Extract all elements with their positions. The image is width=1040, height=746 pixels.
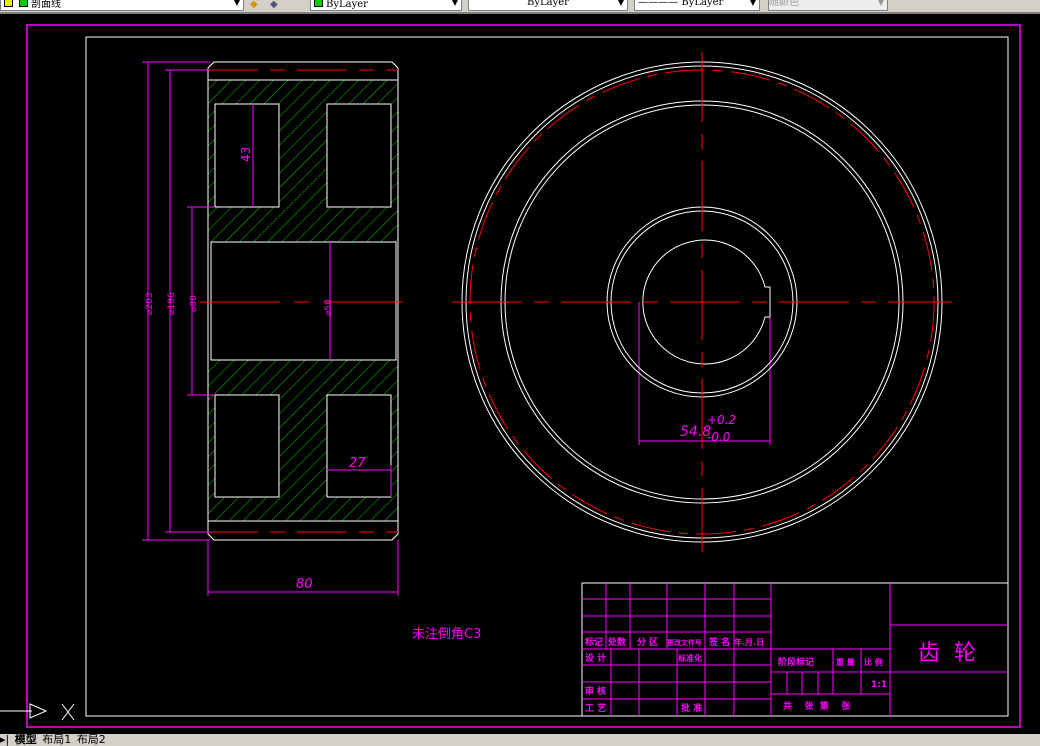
dim-outer-diameter: ⌀203: [145, 292, 155, 315]
tb-design: 设 计: [585, 652, 606, 664]
tb-mark: 标记: [584, 636, 603, 648]
tab-nav-icon[interactable]: ▸|: [0, 733, 9, 746]
dim-tol-upper: +0.2: [707, 413, 736, 427]
tab-layout2[interactable]: 布局2: [77, 733, 106, 746]
lineweight-value: ByLayer: [681, 0, 724, 8]
sheet-border: [26, 24, 1021, 728]
tb-count: 处数: [607, 636, 627, 648]
dim-web-height: 43: [239, 147, 253, 162]
tb-part-name: 齿 轮: [918, 641, 976, 666]
dim-face-width: 80: [296, 577, 313, 592]
ucs-icon: [0, 703, 75, 721]
dim-slot-width: 27: [349, 456, 366, 471]
tab-layout1[interactable]: 布局1: [42, 733, 71, 746]
plotstyle-value: 随颜色: [769, 0, 799, 8]
linetype-dropdown[interactable]: ByLayer ▼: [468, 0, 628, 11]
dim-bore-diameter: ⌀50: [324, 299, 334, 316]
tb-sheets: 共 张 第 张: [783, 700, 851, 712]
plotstyle-dropdown[interactable]: 随颜色 ▼: [768, 0, 888, 11]
tb-change-doc: 更改文件号: [667, 638, 702, 647]
dim-root-diameter: ⌀196: [167, 292, 177, 315]
tb-process: 工 艺: [585, 702, 606, 714]
tb-date: 年.月.日: [734, 637, 764, 647]
dim-tol-lower: -0.0: [707, 430, 731, 444]
tb-review: 审 核: [585, 685, 606, 697]
layout-tabs: ▸| 模型 布局1 布局2: [0, 734, 1040, 746]
linetype-value: ByLayer: [527, 0, 569, 8]
tb-approve: 批 准: [681, 702, 702, 714]
drawing-canvas[interactable]: ⌀203 ⌀196 ⌀80 ⌀50 43 27 80 54.8 +0.2 -0.…: [0, 0, 1040, 746]
color-value: ByLayer: [326, 0, 368, 10]
tb-standardization: 标准化: [677, 653, 702, 663]
color-dropdown[interactable]: ByLayer ▼: [310, 0, 462, 11]
tb-zone: 分 区: [637, 636, 658, 648]
chevron-down-icon: ▼: [233, 0, 240, 7]
section-view: [200, 61, 406, 541]
dim-hub-diameter: ⌀80: [189, 295, 199, 312]
tb-stage: 阶段标记: [778, 656, 814, 668]
chamfer-note: 未注倒角C3: [412, 627, 481, 642]
layer-dropdown[interactable]: 剖面线 ▼: [0, 0, 244, 11]
tb-scale-label: 比 例: [864, 657, 883, 667]
tb-weight: 重 量: [836, 657, 855, 667]
properties-toolbar: 剖面线 ▼ ◆ ◆ ByLayer ▼ ByLayer ▼ ———— ByLayer ▼…: [0, 0, 1040, 14]
tb-signature: 签 名: [708, 636, 730, 648]
layer-previous-icon[interactable]: ◆: [270, 0, 278, 10]
front-view: [452, 52, 952, 552]
lineweight-dropdown[interactable]: ———— ByLayer ▼: [634, 0, 760, 11]
tb-scale: 1:1: [871, 680, 887, 690]
layer-name: 剖面线: [31, 0, 61, 10]
layer-state-icon[interactable]: ◆: [250, 0, 258, 10]
tab-model[interactable]: 模型: [15, 733, 37, 746]
